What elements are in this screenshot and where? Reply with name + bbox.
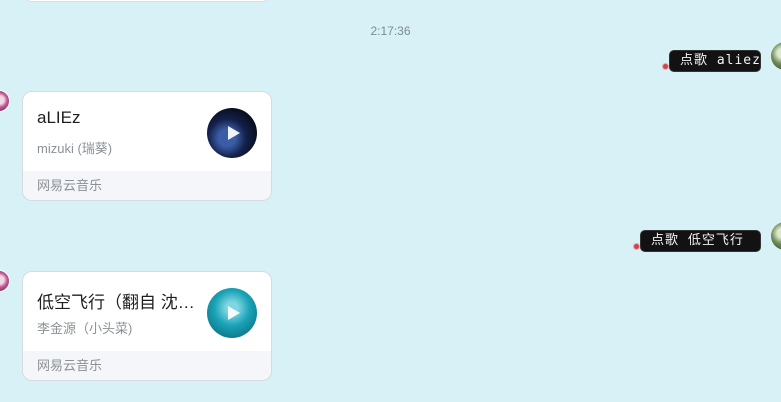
outgoing-message-bubble[interactable]: 点歌 aliez bbox=[670, 51, 760, 71]
music-artist: mizuki (瑞葵) bbox=[37, 141, 113, 156]
message-text: 点歌 低空飞行 bbox=[651, 233, 744, 248]
bot-avatar[interactable] bbox=[0, 270, 10, 292]
bot-avatar[interactable] bbox=[0, 90, 10, 112]
album-cover[interactable] bbox=[207, 108, 257, 158]
error-icon[interactable] bbox=[662, 63, 669, 70]
user-avatar[interactable] bbox=[771, 222, 781, 250]
user-avatar[interactable] bbox=[771, 42, 781, 70]
play-icon[interactable] bbox=[228, 126, 240, 140]
message-text: 点歌 aliez bbox=[680, 53, 761, 68]
error-icon[interactable] bbox=[633, 243, 640, 250]
music-source: 网易云音乐 bbox=[23, 351, 271, 380]
music-source: 网易云音乐 bbox=[23, 171, 271, 200]
outgoing-message-bubble[interactable]: 点歌 低空飞行 bbox=[641, 231, 760, 251]
music-card[interactable]: 低空飞行（翻自 沈以诚） 李金源（小头菜) 网易云音乐 bbox=[22, 271, 272, 381]
music-title: 低空飞行（翻自 沈以诚） bbox=[37, 293, 197, 312]
music-title: aLIEz bbox=[37, 108, 81, 127]
play-icon[interactable] bbox=[228, 306, 240, 320]
music-card[interactable]: aLIEz mizuki (瑞葵) 网易云音乐 bbox=[22, 91, 272, 201]
previous-message-card bbox=[22, 0, 272, 2]
music-artist: 李金源（小头菜) bbox=[37, 321, 133, 336]
album-cover[interactable] bbox=[207, 288, 257, 338]
message-timestamp: 2:17:36 bbox=[370, 24, 411, 38]
